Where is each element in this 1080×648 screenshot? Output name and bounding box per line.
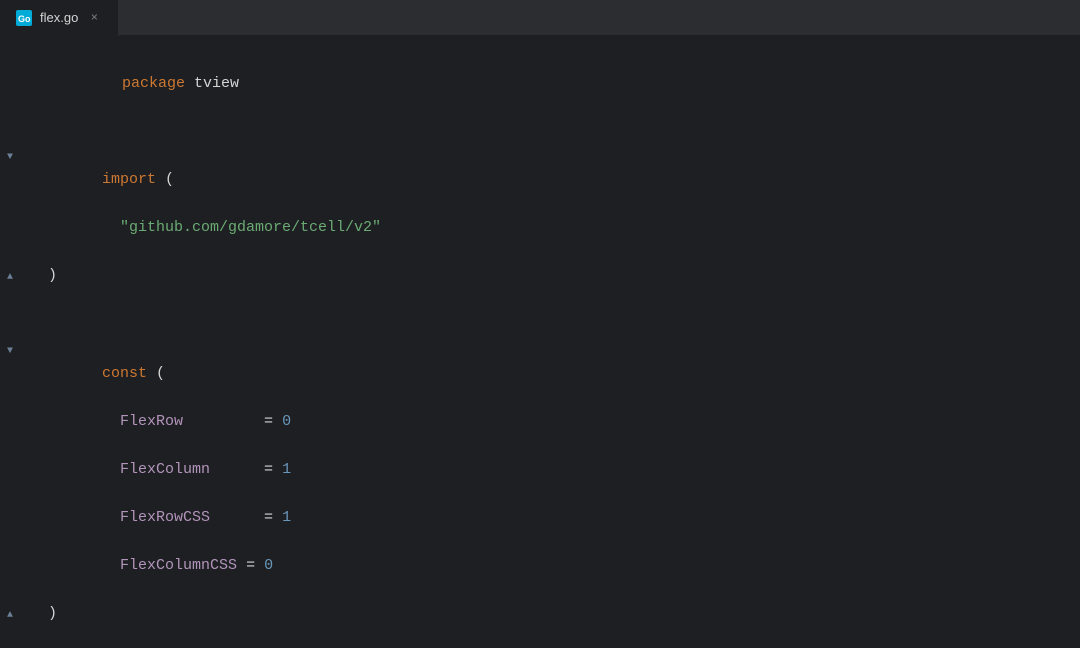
code-content: ) (20, 602, 57, 626)
number-1a: 1 (282, 461, 291, 478)
const-flexrow: FlexRow (120, 413, 183, 430)
code-content: "github.com/gdamore/tcell/v2" (20, 216, 381, 264)
tab-filename: flex.go (40, 10, 78, 25)
code-line-flexcolumn: FlexColumn = 1 (0, 458, 1080, 506)
code-line-import: ▼ import ( (0, 144, 1080, 216)
keyword-import: import (102, 171, 156, 188)
code-content: FlexRowCSS = 1 (20, 506, 291, 554)
code-line-empty (0, 120, 1080, 144)
code-line-import-close: ▲ ) (0, 264, 1080, 290)
package-name: tview (194, 75, 239, 92)
go-file-icon: Go (16, 10, 32, 26)
code-content: import ( (20, 144, 174, 216)
keyword-const: const (102, 365, 147, 382)
code-line-flexrow: FlexRow = 0 (0, 410, 1080, 458)
fold-icon-const[interactable]: ▼ (0, 340, 20, 364)
const-flexcolumn: FlexColumn (120, 461, 210, 478)
code-content: ) (20, 264, 57, 288)
code-line-empty3 (0, 314, 1080, 338)
code-content: FlexColumnCSS = 0 (20, 554, 273, 602)
const-flexrowcss: FlexRowCSS (120, 509, 210, 526)
const-flexcolumncss: FlexColumnCSS (120, 557, 237, 574)
collapse-close-icon: ▲ (7, 266, 13, 290)
code-line-flexcolumncss: FlexColumnCSS = 0 (0, 554, 1080, 602)
collapse-close-const-icon: ▲ (7, 604, 13, 628)
import-string: "github.com/gdamore/tcell/v2" (120, 219, 381, 236)
number-0b: 0 (264, 557, 273, 574)
keyword-package: package (122, 75, 185, 92)
svg-text:Go: Go (18, 14, 31, 24)
title-bar: Go flex.go × (0, 0, 1080, 36)
fold-icon-const-close[interactable]: ▲ (0, 604, 20, 628)
code-line-empty4 (0, 628, 1080, 648)
fold-icon-import[interactable]: ▼ (0, 146, 20, 170)
code-content: FlexRow = 0 (20, 410, 291, 458)
code-content: package tview (20, 48, 239, 120)
code-line-flexrowcss: FlexRowCSS = 1 (0, 506, 1080, 554)
code-line-const-close: ▲ ) (0, 602, 1080, 628)
code-content: const ( (20, 338, 165, 410)
collapse-arrow-icon: ▼ (7, 146, 13, 170)
tab-flex-go[interactable]: Go flex.go × (0, 0, 119, 36)
code-line-import-path: "github.com/gdamore/tcell/v2" (0, 216, 1080, 264)
number-0: 0 (282, 413, 291, 430)
tab-close-button[interactable]: × (86, 10, 102, 26)
code-line-const: ▼ const ( (0, 338, 1080, 410)
fold-icon-import-close[interactable]: ▲ (0, 266, 20, 290)
code-line: package tview (0, 48, 1080, 120)
code-content: FlexColumn = 1 (20, 458, 291, 506)
editor-area: package tview ▼ import ( "github.com/gda… (0, 36, 1080, 648)
code-line-empty2 (0, 290, 1080, 314)
number-1b: 1 (282, 509, 291, 526)
collapse-arrow-const-icon: ▼ (7, 340, 13, 364)
